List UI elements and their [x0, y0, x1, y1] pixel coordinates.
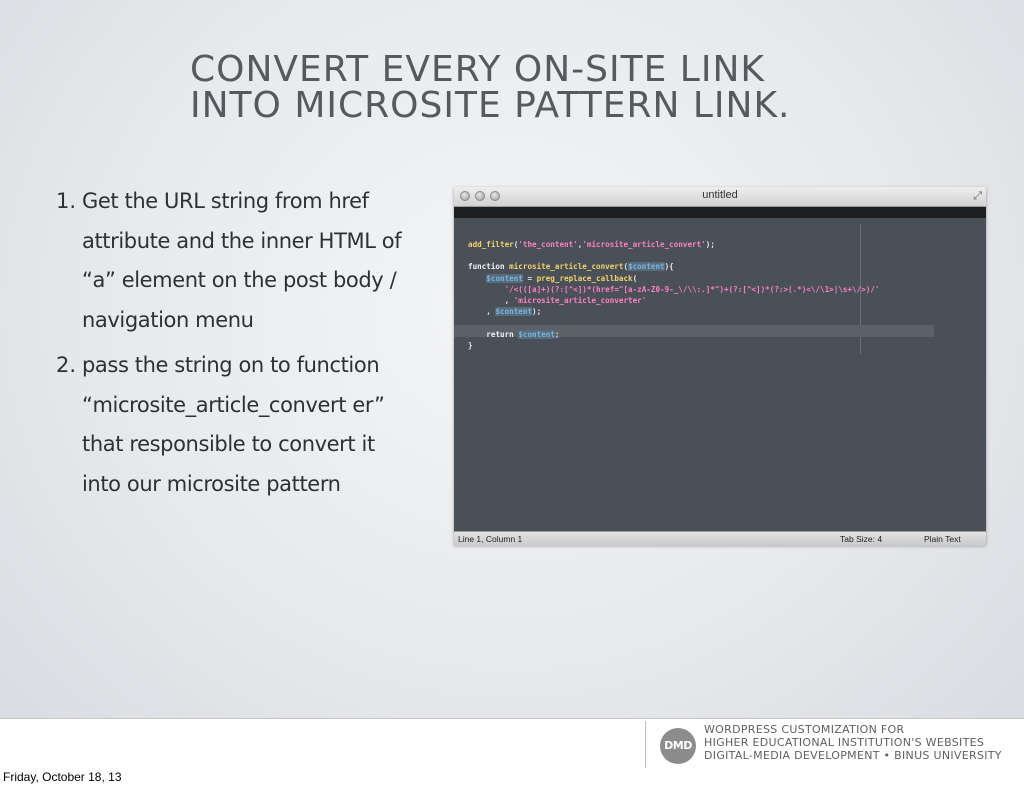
slide-title-line-1: Convert every on-site link — [190, 49, 765, 90]
dmd-logo: DMD — [660, 728, 696, 764]
slide-title-line-2: into microsite pattern link. — [190, 85, 791, 126]
slide-footer: DMD Wordpress customization for higher e… — [0, 718, 1024, 768]
code-editor-screenshot: untitled ⤢ add_filter('the_content','mic… — [454, 187, 986, 546]
code-line: return $content; — [486, 329, 560, 339]
cursor-position: Line 1, Column 1 — [458, 534, 523, 544]
code-line: , $content); — [468, 307, 542, 317]
code-block: add_filter('the_content','microsite_arti… — [468, 239, 879, 351]
editor-tab-bar — [454, 207, 986, 218]
code-line: '/<(([a]+)(?:[^<])*(href="[a-zA-Z0-9-_\/… — [504, 284, 880, 294]
footer-line-2: higher educational institution's website… — [704, 736, 985, 749]
tab-size-selector: Tab Size: 4 — [840, 534, 883, 544]
footer-divider — [645, 721, 646, 768]
step-number: 1. — [56, 189, 77, 213]
code-line: function microsite_article_convert($cont… — [468, 262, 674, 272]
list-item: 1. Get the URL string from href attribut… — [56, 182, 416, 340]
syntax-selector: Plain Text — [924, 534, 961, 544]
editor-window-title: untitled — [702, 189, 738, 201]
steps-list: 1. Get the URL string from href attribut… — [56, 182, 416, 504]
footer-line-1: Wordpress customization for — [704, 723, 905, 736]
footer-text: Wordpress customization for higher educa… — [704, 723, 1002, 762]
step-number: 2. — [56, 353, 77, 377]
footer-line-3: Digital-media development • Binus Univer… — [704, 749, 1002, 762]
slide-title: Convert every on-site link into microsit… — [190, 52, 950, 124]
code-line: add_filter('the_content','microsite_arti… — [468, 240, 715, 249]
code-line: , 'microsite_article_converter' — [468, 296, 647, 306]
editor-status-bar: Line 1, Column 1 Tab Size: 4 Plain Text — [454, 531, 986, 546]
list-item: 2. pass the string on to function “micro… — [56, 346, 416, 504]
step-text: Get the URL string from href attribute a… — [82, 189, 402, 332]
code-area: add_filter('the_content','microsite_arti… — [454, 218, 986, 531]
code-line: } — [468, 340, 473, 350]
fullscreen-icon: ⤢ — [973, 190, 982, 202]
editor-titlebar: untitled ⤢ — [454, 187, 986, 207]
code-line: $content = preg_replace_callback( — [486, 273, 638, 283]
slide: Convert every on-site link into microsit… — [0, 0, 1024, 768]
print-date-label: Friday, October 18, 13 — [3, 770, 122, 784]
step-text: pass the string on to function “microsit… — [82, 353, 385, 496]
